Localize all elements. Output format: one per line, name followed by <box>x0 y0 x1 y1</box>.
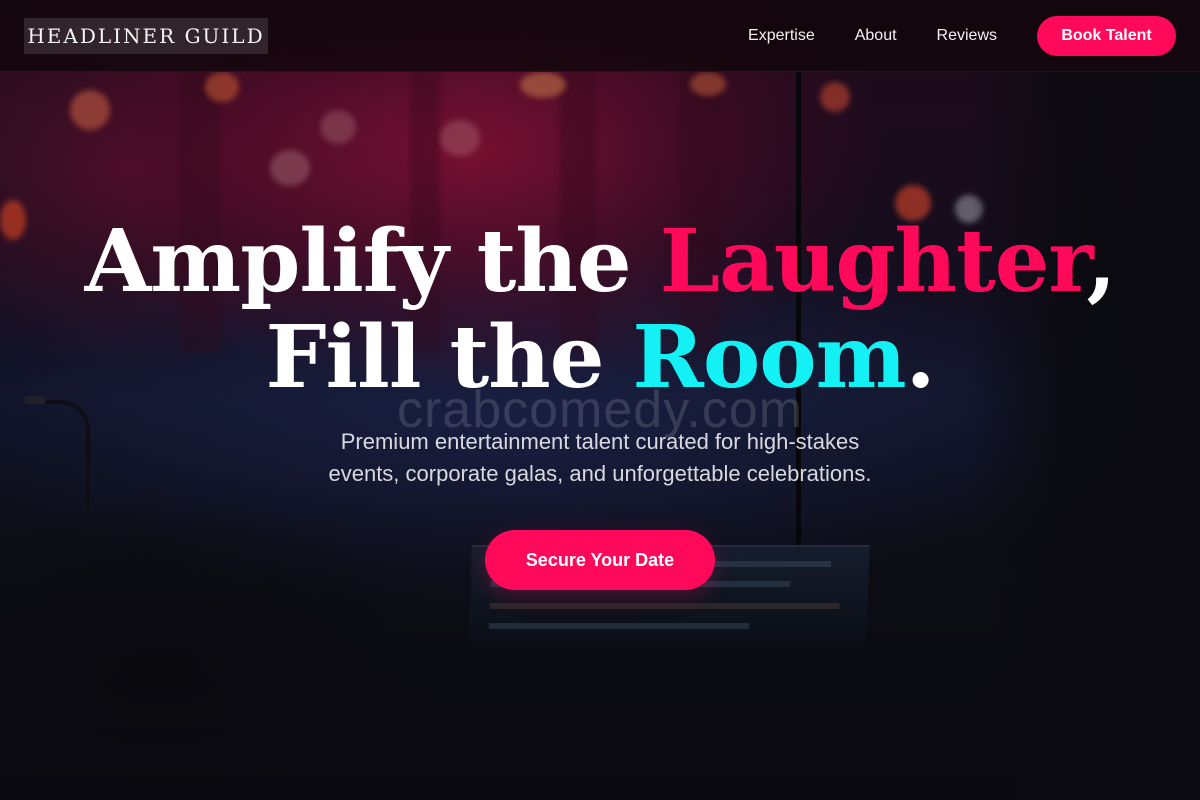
hero-subtitle-line-1: Premium entertainment talent curated for… <box>340 429 860 454</box>
secure-your-date-button[interactable]: Secure Your Date <box>485 530 715 590</box>
nav-link-about[interactable]: About <box>855 27 897 45</box>
nav-link-reviews[interactable]: Reviews <box>937 27 997 45</box>
hero-title-line-1: Amplify the Laughter, <box>0 214 1200 310</box>
hero-title-punctuation: , <box>1086 211 1116 312</box>
brand-name: HEADLINER GUILD <box>27 24 265 48</box>
nav-link-expertise[interactable]: Expertise <box>748 27 815 45</box>
hero-title-text: Amplify the <box>84 211 660 312</box>
hero-title: Amplify the Laughter, Fill the Room. <box>0 214 1200 406</box>
hero-subtitle-line-2: events, corporate galas, and unforgettab… <box>328 461 872 486</box>
brand-logo[interactable]: HEADLINER GUILD <box>24 18 268 54</box>
hero-title-accent-laughter: Laughter <box>659 211 1088 312</box>
hero-subtitle: Premium entertainment talent curated for… <box>250 426 950 490</box>
site-header: HEADLINER GUILD Expertise About Reviews … <box>0 0 1200 72</box>
main-nav: Expertise About Reviews Book Talent <box>748 0 1176 72</box>
book-talent-button[interactable]: Book Talent <box>1037 16 1176 56</box>
